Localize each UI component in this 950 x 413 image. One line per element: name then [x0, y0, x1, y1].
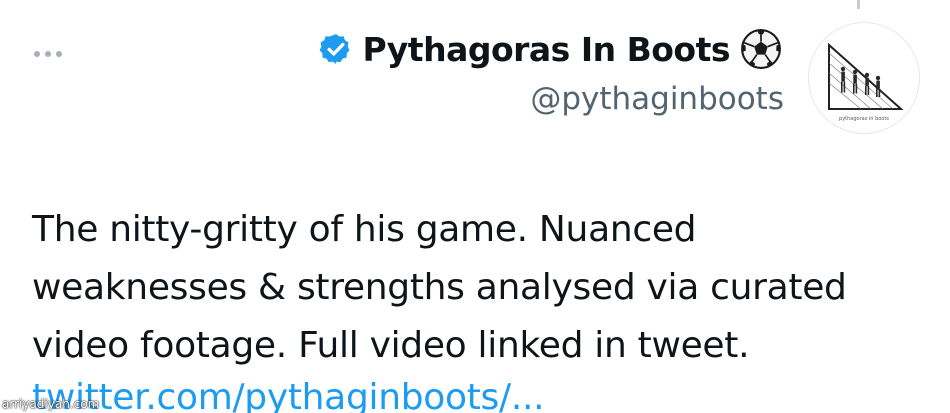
more-options-button[interactable]: [34, 44, 74, 64]
tweet-body: The nitty-gritty of his game. Nuanced we…: [32, 201, 932, 375]
tweet-link[interactable]: twitter.com/pythaginboots/...: [32, 376, 545, 413]
author-display-name[interactable]: Pythagoras In Boots: [363, 33, 731, 66]
more-options-icon: [34, 51, 40, 57]
divider-tick: [857, 0, 860, 9]
watermark: arriyadiyah.com: [2, 397, 100, 411]
more-options-dot: [56, 51, 62, 57]
verified-badge-icon: [319, 34, 349, 64]
more-options-dot: [45, 51, 51, 57]
soccer-ball-icon: [741, 29, 781, 69]
avatar[interactable]: pythagoras in boots: [808, 22, 920, 134]
tweet-text-line: video footage. Full video linked in twee…: [32, 325, 750, 366]
tweet-card: Pythagoras In Boots @pythaginboots pytha…: [0, 0, 950, 413]
tweet-text-line: The nitty-gritty of his game. Nuanced: [32, 209, 697, 250]
svg-text:pythagoras in boots: pythagoras in boots: [839, 116, 889, 122]
author-name-row[interactable]: Pythagoras In Boots: [319, 28, 783, 70]
author-handle[interactable]: @pythaginboots: [530, 84, 784, 115]
tweet-text-line: weaknesses & strengths analysed via cura…: [32, 267, 847, 308]
avatar-logo: pythagoras in boots: [828, 42, 904, 122]
